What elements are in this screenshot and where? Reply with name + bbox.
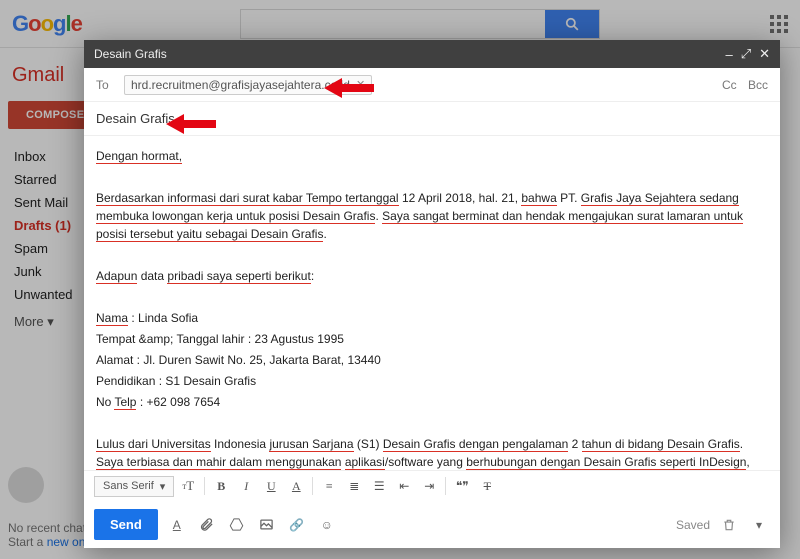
link-icon[interactable]: 🔗 (286, 514, 308, 536)
bold-icon[interactable]: B (210, 475, 232, 497)
format-toggle-icon[interactable]: A (166, 514, 188, 536)
quote-icon[interactable]: ❝❞ (451, 475, 473, 497)
cc-link[interactable]: Cc (722, 78, 737, 92)
font-size-icon[interactable]: тT (177, 475, 199, 497)
dialog-titlebar[interactable]: Desain Grafis – ⤢ ✕ (84, 40, 780, 68)
to-row[interactable]: To hrd.recruitmen@grafisjayasejahtera.co… (84, 68, 780, 102)
annotation-arrow-to (324, 74, 374, 102)
drive-icon[interactable] (226, 514, 248, 536)
indent-less-icon[interactable]: ⇤ (393, 475, 415, 497)
align-icon[interactable]: ≡ (318, 475, 340, 497)
italic-icon[interactable]: I (235, 475, 257, 497)
format-toolbar: Sans Serif▾ тT B I U A ≡ ≣ ☰ ⇤ ⇥ ❝❞ T (84, 470, 780, 501)
emoji-icon[interactable]: ☺ (316, 514, 338, 536)
recipient-email: hrd.recruitmen@grafisjayasejahtera.co.id (131, 78, 350, 92)
dialog-title: Desain Grafis (94, 47, 167, 61)
to-label: To (96, 78, 124, 92)
close-icon[interactable]: ✕ (759, 46, 770, 62)
bcc-link[interactable]: Bcc (748, 78, 768, 92)
font-select[interactable]: Sans Serif▾ (94, 476, 174, 497)
clear-format-icon[interactable]: T (476, 475, 498, 497)
message-body[interactable]: Dengan hormat, Berdasarkan informasi dar… (84, 136, 780, 470)
annotation-arrow-subject (166, 110, 216, 138)
expand-icon[interactable]: ⤢ (741, 46, 751, 62)
bullet-list-icon[interactable]: ☰ (368, 475, 390, 497)
saved-label: Saved (676, 518, 710, 532)
send-button[interactable]: Send (94, 509, 158, 540)
indent-more-icon[interactable]: ⇥ (418, 475, 440, 497)
underline-icon[interactable]: U (260, 475, 282, 497)
more-options-icon[interactable]: ▾ (748, 514, 770, 536)
text-color-icon[interactable]: A (285, 475, 307, 497)
send-bar: Send A 🔗 ☺ Saved ▾ (84, 501, 780, 548)
minimize-icon[interactable]: – (725, 47, 732, 62)
numbered-list-icon[interactable]: ≣ (343, 475, 365, 497)
chevron-down-icon: ▾ (160, 480, 166, 493)
attach-icon[interactable] (196, 514, 218, 536)
photo-icon[interactable] (256, 514, 278, 536)
trash-icon[interactable] (718, 514, 740, 536)
